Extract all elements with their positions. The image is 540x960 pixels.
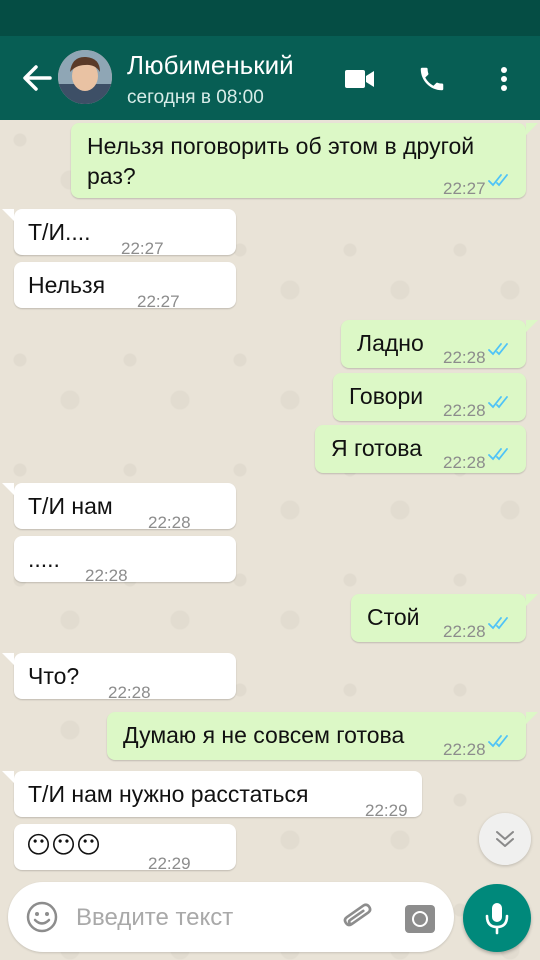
message-bubble-outgoing[interactable]: Думаю я не совсем готова 22:28	[107, 712, 538, 760]
voice-message-button[interactable]	[463, 884, 531, 952]
message-bubble-outgoing[interactable]: Я готова 22:28	[315, 425, 526, 473]
avatar-photo	[58, 50, 112, 104]
message-time: 22:27	[137, 292, 180, 311]
message-text: Т/И....	[28, 219, 91, 245]
microphone-icon	[485, 903, 509, 935]
avatar[interactable]	[58, 50, 112, 104]
message-bubble-outgoing[interactable]: Ладно 22:28	[341, 320, 538, 368]
message-bubble-incoming[interactable]: ..... 22:28	[14, 536, 236, 585]
double-check-icon	[488, 396, 508, 409]
video-call-button[interactable]	[340, 62, 380, 96]
message-text: Нельзя поговорить об этом в другой	[87, 133, 475, 159]
message-text: Я готова	[331, 435, 422, 461]
message-time: 22:29	[365, 801, 408, 820]
emoji-button[interactable]	[24, 899, 60, 935]
message-bubble-incoming[interactable]: Нельзя 22:27	[14, 262, 236, 311]
message-time: 22:29	[148, 854, 191, 873]
message-text: Стой	[367, 604, 420, 630]
chat-header: Любименький сегодня в 08:00	[0, 36, 540, 120]
double-check-icon	[488, 343, 508, 356]
attach-button[interactable]	[338, 898, 378, 938]
arrow-left-icon	[23, 65, 52, 91]
message-text: 😶😶😶	[26, 832, 102, 859]
more-options-button[interactable]	[484, 62, 524, 96]
message-time: 22:28	[443, 453, 486, 472]
message-text: Думаю я не совсем готова	[123, 722, 405, 748]
message-time: 22:28	[443, 622, 486, 641]
message-bubble-outgoing[interactable]: Стой 22:28	[351, 594, 538, 642]
message-bubble-outgoing[interactable]: Говори 22:28	[333, 373, 526, 421]
message-bubble-incoming[interactable]: Т/И нам 22:28	[2, 483, 236, 532]
message-bubble-incoming[interactable]: 😶😶😶 22:29	[14, 824, 236, 873]
message-text: Что?	[28, 663, 80, 689]
camera-icon	[405, 905, 435, 933]
message-text: Т/И нам	[28, 493, 113, 519]
message-input[interactable]	[76, 902, 326, 934]
message-time: 22:28	[108, 683, 151, 702]
message-bubble-incoming[interactable]: Т/И.... 22:27	[2, 209, 236, 258]
message-text: Т/И нам нужно расстаться	[28, 781, 309, 807]
message-time: 22:28	[148, 513, 191, 532]
chevron-double-down-icon	[496, 831, 514, 847]
message-time: 22:28	[85, 566, 128, 585]
phone-icon	[420, 67, 444, 91]
message-text: раз?	[87, 163, 136, 189]
contact-name[interactable]: Любименький	[127, 50, 294, 81]
message-text: Нельзя	[28, 272, 106, 298]
contact-last-seen: сегодня в 08:00	[127, 87, 264, 108]
message-text: .....	[28, 546, 60, 572]
double-check-icon	[488, 617, 508, 630]
message-bubble-incoming[interactable]: Что? 22:28	[2, 653, 236, 702]
message-bubble-outgoing[interactable]: Нельзя поговорить об этом в другой раз? …	[71, 123, 538, 198]
double-check-icon	[488, 174, 508, 187]
message-text: Говори	[349, 383, 424, 409]
message-composer	[8, 882, 454, 952]
status-bar	[0, 0, 540, 36]
more-vert-icon	[501, 67, 507, 91]
voice-call-button[interactable]	[412, 62, 452, 96]
back-button[interactable]	[18, 60, 58, 96]
camera-button[interactable]	[400, 898, 440, 938]
scroll-to-bottom-button[interactable]	[479, 813, 531, 865]
double-check-icon	[488, 735, 508, 748]
videocam-icon	[345, 70, 374, 88]
message-time: 22:27	[121, 239, 164, 258]
double-check-icon	[488, 448, 508, 461]
emoji-icon	[26, 901, 58, 933]
message-time: 22:28	[443, 740, 486, 759]
paperclip-icon	[343, 903, 372, 927]
message-time: 22:28	[443, 401, 486, 420]
message-time: 22:27	[443, 179, 486, 198]
message-time: 22:28	[443, 348, 486, 367]
message-bubble-incoming[interactable]: Т/И нам нужно расстаться 22:29	[2, 771, 422, 820]
message-text: Ладно	[357, 330, 424, 356]
